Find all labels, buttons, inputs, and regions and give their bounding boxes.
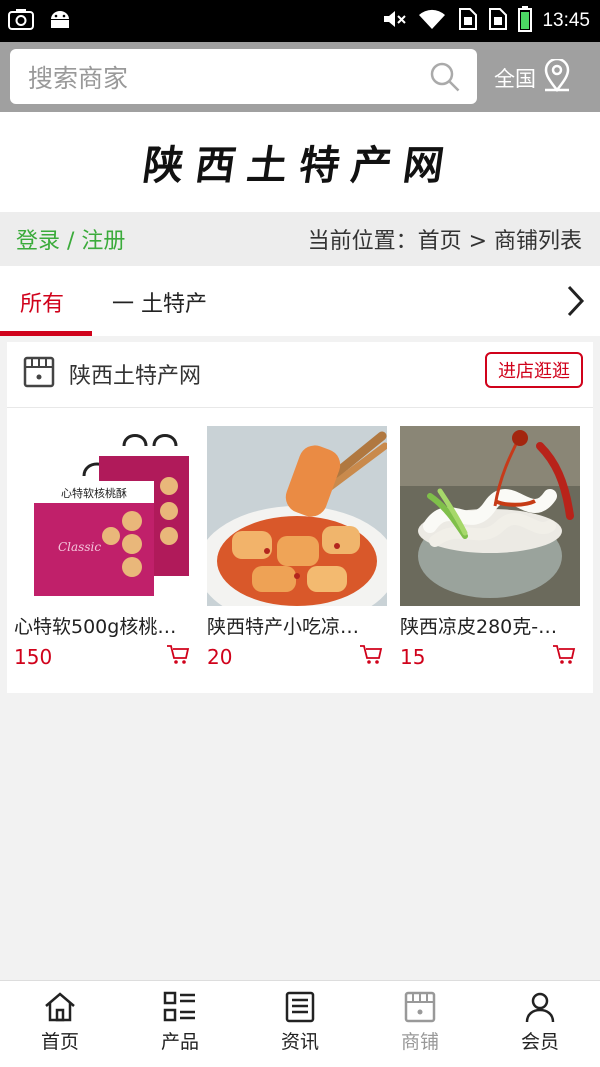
wifi-icon xyxy=(418,8,448,34)
nav-home[interactable]: 首页 xyxy=(0,981,120,1067)
home-icon xyxy=(45,992,75,1022)
product-title: 陕西特产小吃凉… xyxy=(207,616,360,638)
status-bar: 13:45 xyxy=(0,0,600,42)
search-header: 搜索商家 全国 xyxy=(0,42,600,112)
product-title: 陕西凉皮280克-… xyxy=(400,616,558,638)
nav-member[interactable]: 会员 xyxy=(480,981,600,1067)
nav-news-label: 资讯 xyxy=(280,1031,319,1053)
screenshot-icon xyxy=(8,8,34,34)
add-to-cart-icon[interactable] xyxy=(552,644,576,670)
add-to-cart-icon[interactable] xyxy=(166,644,190,670)
mute-icon xyxy=(382,8,408,34)
nav-member-label: 会员 xyxy=(520,1031,559,1053)
nav-news[interactable]: 资讯 xyxy=(240,981,360,1067)
chevron-right-icon[interactable] xyxy=(562,284,588,322)
region-selector[interactable]: 全国 xyxy=(494,57,572,97)
sim1-icon xyxy=(458,7,478,35)
add-to-cart-icon[interactable] xyxy=(359,644,383,670)
tab-local-specialty[interactable]: 一 土特产 xyxy=(112,286,207,318)
product-title: 心特软500g核桃… xyxy=(14,616,177,638)
region-label: 全国 xyxy=(494,67,536,91)
tab-all-label: 所有 xyxy=(20,292,65,317)
visit-store-button[interactable]: 进店逛逛 xyxy=(485,352,583,388)
active-tab-indicator xyxy=(0,331,92,336)
nav-stores[interactable]: 商铺 xyxy=(360,981,480,1067)
nav-products-label: 产品 xyxy=(160,1031,199,1053)
search-placeholder: 搜索商家 xyxy=(28,63,129,93)
location-pin-icon xyxy=(542,57,572,97)
breadcrumb-row: 登录 / 注册 当前位置：首页 > 商铺列表 xyxy=(0,212,600,266)
login-register-link[interactable]: 登录 / 注册 xyxy=(16,223,125,255)
svg-text:Classic: Classic xyxy=(58,540,101,554)
android-icon xyxy=(48,8,72,34)
store-icon xyxy=(404,991,436,1023)
breadcrumb: 当前位置：首页 > 商铺列表 xyxy=(307,229,582,254)
sim2-icon xyxy=(488,7,508,35)
shop-card-header: 陕西土特产网 进店逛逛 xyxy=(7,342,593,408)
nav-home-label: 首页 xyxy=(40,1031,79,1053)
product-image-walnut-cookies[interactable]: 心特软核桃酥 Classic xyxy=(14,426,194,606)
grid-list-icon xyxy=(163,991,195,1022)
product-card[interactable]: 陕西特产小吃凉… 20 xyxy=(207,426,387,669)
nav-products[interactable]: 产品 xyxy=(120,981,240,1067)
svg-text:心特软核桃酥: 心特软核桃酥 xyxy=(61,486,127,500)
product-image-liangpi[interactable] xyxy=(400,426,580,606)
store-icon xyxy=(23,356,55,392)
shop-card: 陕西土特产网 进店逛逛 心特软核桃酥 Classic 心特软500g核桃… 15… xyxy=(7,342,593,693)
tab-all[interactable]: 所有 xyxy=(0,266,92,336)
nav-stores-label: 商铺 xyxy=(400,1031,439,1053)
site-logo-banner: 陕西土特产网 xyxy=(0,112,600,212)
category-tabs: 所有 一 土特产 xyxy=(0,266,600,336)
product-card[interactable]: 心特软核桃酥 Classic 心特软500g核桃… 150 xyxy=(14,426,194,669)
site-title: 陕西土特产网 xyxy=(140,142,459,189)
product-card[interactable]: 陕西凉皮280克-… 15 xyxy=(400,426,580,669)
bottom-navigation: 首页 产品 资讯 商铺 会员 xyxy=(0,980,600,1067)
clock: 13:45 xyxy=(542,10,590,31)
search-input[interactable]: 搜索商家 xyxy=(10,49,477,104)
user-icon xyxy=(525,992,555,1023)
shop-name[interactable]: 陕西土特产网 xyxy=(69,358,201,390)
battery-icon xyxy=(518,6,533,36)
product-image-spicy-liangfen[interactable] xyxy=(207,426,387,606)
news-icon xyxy=(285,991,315,1023)
search-icon[interactable] xyxy=(429,61,461,97)
